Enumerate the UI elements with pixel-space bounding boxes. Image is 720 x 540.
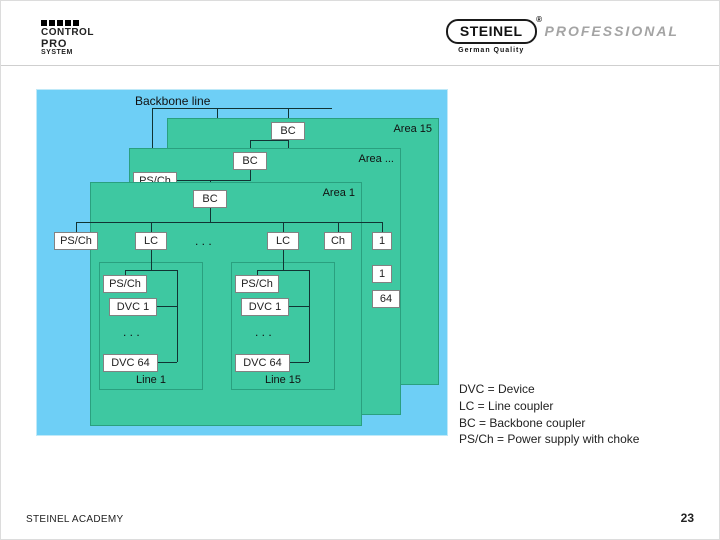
connector [288,140,289,148]
dvc-node: DVC 1 [241,298,289,316]
connector [151,250,152,262]
logo-word-1: CONTROL [41,27,94,38]
connector [151,222,152,232]
connector [157,306,177,307]
connector [151,262,152,270]
connector [210,208,211,222]
brand-professional: PROFESSIONAL [545,23,679,39]
connector [125,270,177,271]
connector [217,108,218,118]
bc-node: BC [193,190,227,208]
ellipsis-label: . . . [123,326,140,338]
connector [177,270,178,362]
connector [250,170,251,180]
connector [309,270,310,362]
connector [76,222,382,223]
backbone-line-label: Backbone line [135,94,210,108]
footer-title: STEINEL ACADEMY [26,514,124,525]
dvc-node: DVC 64 [103,354,158,372]
legend-line: LC = Line coupler [459,398,695,415]
page-number: 23 [681,511,694,525]
connector [250,140,289,141]
connector [152,108,332,109]
header: CONTROL PRO SYSTEM STEINEL ® German Qual… [1,1,719,66]
connector [338,222,339,232]
logo-bars-icon [41,20,79,26]
extra-node: Ch [324,232,352,250]
brand-name: STEINEL [460,23,523,39]
legend-line: PS/Ch = Power supply with choke [459,431,695,448]
connector [257,270,309,271]
connector [177,180,251,181]
area-label: Area ... [359,153,394,165]
num-node: 1 [372,265,392,283]
psch-node: PS/Ch [103,275,147,293]
dvc-node: DVC 1 [109,298,157,316]
line-label: Line 1 [136,374,166,386]
line-label: Line 15 [265,374,301,386]
connector [289,306,309,307]
num-node: 1 [372,232,392,250]
slide: CONTROL PRO SYSTEM STEINEL ® German Qual… [0,0,720,540]
brand-subtitle: German Quality [458,47,524,54]
connector [283,250,284,262]
lc-node: LC [135,232,167,250]
area-label: Area 15 [393,123,432,135]
topology-diagram: Backbone line Area 15 BC Area ... BC PS/… [36,89,448,436]
connector [157,362,177,363]
dvc-node: DVC 64 [235,354,290,372]
connector [76,222,77,232]
area-label: Area 1 [323,187,355,199]
connector [382,222,383,232]
psch-node: PS/Ch [235,275,279,293]
registered-icon: ® [536,15,542,24]
bc-node: BC [233,152,267,170]
brand-oval: STEINEL ® German Quality [446,19,537,44]
bc-node: BC [271,122,305,140]
logo-word-3: SYSTEM [41,49,73,56]
logo-control-pro: CONTROL PRO SYSTEM [41,23,99,53]
legend-line: BC = Backbone coupler [459,415,695,432]
legend-line: DVC = Device [459,381,695,398]
psch-node: PS/Ch [54,232,98,250]
connector [289,362,309,363]
legend: DVC = Device LC = Line coupler BC = Back… [459,381,695,448]
ellipsis-label: . . . [195,235,212,247]
connector [283,222,284,232]
logo-steinel: STEINEL ® German Quality PROFESSIONAL [446,19,679,44]
connector [283,262,284,270]
ellipsis-label: . . . [255,326,272,338]
num-node: 64 [372,290,400,308]
lc-node: LC [267,232,299,250]
